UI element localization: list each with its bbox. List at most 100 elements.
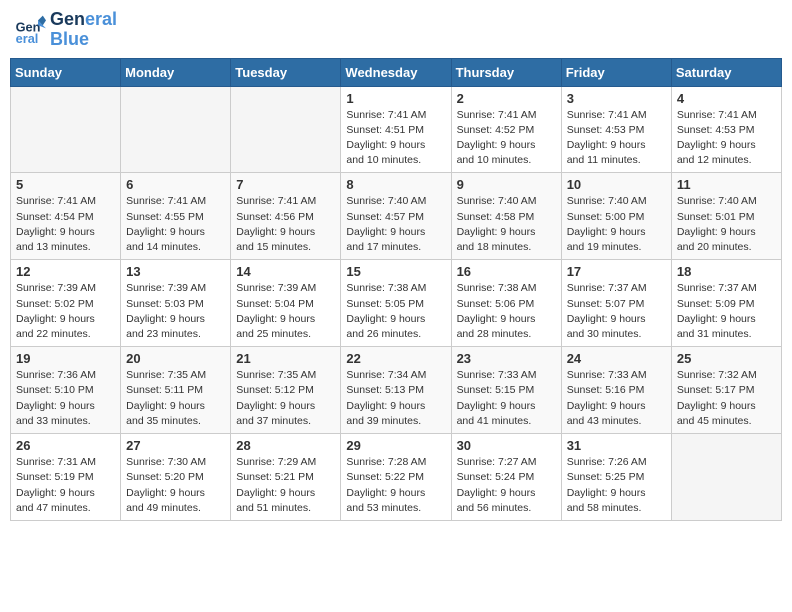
day-info: Sunrise: 7:37 AM Sunset: 5:07 PM Dayligh… [567,281,666,342]
sunset: Sunset: 5:15 PM [457,384,535,396]
daylight: Daylight: 9 hours and 11 minutes. [567,139,646,166]
sunset: Sunset: 5:17 PM [677,384,755,396]
sunrise: Sunrise: 7:39 AM [126,282,206,294]
sunset: Sunset: 5:03 PM [126,298,204,310]
daylight: Daylight: 9 hours and 12 minutes. [677,139,756,166]
sunset: Sunset: 5:07 PM [567,298,645,310]
sunrise: Sunrise: 7:31 AM [16,456,96,468]
calendar-cell: 2 Sunrise: 7:41 AM Sunset: 4:52 PM Dayli… [451,86,561,173]
day-info: Sunrise: 7:34 AM Sunset: 5:13 PM Dayligh… [346,368,445,429]
sunrise: Sunrise: 7:30 AM [126,456,206,468]
calendar-cell: 17 Sunrise: 7:37 AM Sunset: 5:07 PM Dayl… [561,260,671,347]
daylight: Daylight: 9 hours and 31 minutes. [677,313,756,340]
sunrise: Sunrise: 7:41 AM [346,109,426,121]
day-number: 17 [567,264,666,279]
calendar-cell: 28 Sunrise: 7:29 AM Sunset: 5:21 PM Dayl… [231,434,341,521]
day-info: Sunrise: 7:41 AM Sunset: 4:54 PM Dayligh… [16,194,115,255]
logo-text: GeneralBlue [50,10,117,50]
sunrise: Sunrise: 7:35 AM [126,369,206,381]
daylight: Daylight: 9 hours and 30 minutes. [567,313,646,340]
day-number: 30 [457,438,556,453]
day-number: 14 [236,264,335,279]
daylight: Daylight: 9 hours and 28 minutes. [457,313,536,340]
daylight: Daylight: 9 hours and 10 minutes. [457,139,536,166]
day-info: Sunrise: 7:40 AM Sunset: 4:58 PM Dayligh… [457,194,556,255]
calendar-cell: 9 Sunrise: 7:40 AM Sunset: 4:58 PM Dayli… [451,173,561,260]
sunset: Sunset: 5:19 PM [16,471,94,483]
calendar-cell: 11 Sunrise: 7:40 AM Sunset: 5:01 PM Dayl… [671,173,781,260]
daylight: Daylight: 9 hours and 56 minutes. [457,487,536,514]
day-info: Sunrise: 7:41 AM Sunset: 4:53 PM Dayligh… [677,108,776,169]
sunrise: Sunrise: 7:41 AM [567,109,647,121]
sunrise: Sunrise: 7:33 AM [457,369,537,381]
calendar-cell: 30 Sunrise: 7:27 AM Sunset: 5:24 PM Dayl… [451,434,561,521]
calendar-cell: 22 Sunrise: 7:34 AM Sunset: 5:13 PM Dayl… [341,347,451,434]
daylight: Daylight: 9 hours and 45 minutes. [677,400,756,427]
sunset: Sunset: 4:58 PM [457,211,535,223]
calendar-cell: 20 Sunrise: 7:35 AM Sunset: 5:11 PM Dayl… [121,347,231,434]
sunrise: Sunrise: 7:32 AM [677,369,757,381]
sunset: Sunset: 5:25 PM [567,471,645,483]
sunrise: Sunrise: 7:41 AM [236,195,316,207]
day-number: 28 [236,438,335,453]
sunrise: Sunrise: 7:37 AM [677,282,757,294]
daylight: Daylight: 9 hours and 51 minutes. [236,487,315,514]
svg-text:eral: eral [16,31,39,46]
day-info: Sunrise: 7:41 AM Sunset: 4:55 PM Dayligh… [126,194,225,255]
page-header: Gen eral GeneralBlue [10,10,782,50]
weekday-header-saturday: Saturday [671,58,781,86]
day-number: 1 [346,91,445,106]
day-number: 22 [346,351,445,366]
sunrise: Sunrise: 7:38 AM [346,282,426,294]
sunrise: Sunrise: 7:29 AM [236,456,316,468]
day-info: Sunrise: 7:40 AM Sunset: 5:00 PM Dayligh… [567,194,666,255]
sunset: Sunset: 5:16 PM [567,384,645,396]
calendar-week-row: 26 Sunrise: 7:31 AM Sunset: 5:19 PM Dayl… [11,434,782,521]
calendar-cell: 31 Sunrise: 7:26 AM Sunset: 5:25 PM Dayl… [561,434,671,521]
day-info: Sunrise: 7:38 AM Sunset: 5:06 PM Dayligh… [457,281,556,342]
day-info: Sunrise: 7:37 AM Sunset: 5:09 PM Dayligh… [677,281,776,342]
calendar-cell: 21 Sunrise: 7:35 AM Sunset: 5:12 PM Dayl… [231,347,341,434]
day-number: 4 [677,91,776,106]
day-info: Sunrise: 7:41 AM Sunset: 4:56 PM Dayligh… [236,194,335,255]
weekday-header-monday: Monday [121,58,231,86]
weekday-header-wednesday: Wednesday [341,58,451,86]
day-info: Sunrise: 7:32 AM Sunset: 5:17 PM Dayligh… [677,368,776,429]
sunset: Sunset: 5:22 PM [346,471,424,483]
calendar-cell: 16 Sunrise: 7:38 AM Sunset: 5:06 PM Dayl… [451,260,561,347]
sunrise: Sunrise: 7:35 AM [236,369,316,381]
day-number: 27 [126,438,225,453]
day-number: 6 [126,177,225,192]
sunset: Sunset: 4:53 PM [677,124,755,136]
calendar-cell: 1 Sunrise: 7:41 AM Sunset: 4:51 PM Dayli… [341,86,451,173]
day-number: 31 [567,438,666,453]
daylight: Daylight: 9 hours and 53 minutes. [346,487,425,514]
daylight: Daylight: 9 hours and 20 minutes. [677,226,756,253]
sunset: Sunset: 5:02 PM [16,298,94,310]
daylight: Daylight: 9 hours and 58 minutes. [567,487,646,514]
day-info: Sunrise: 7:35 AM Sunset: 5:11 PM Dayligh… [126,368,225,429]
sunrise: Sunrise: 7:40 AM [457,195,537,207]
calendar-cell [671,434,781,521]
daylight: Daylight: 9 hours and 35 minutes. [126,400,205,427]
day-number: 11 [677,177,776,192]
weekday-header-friday: Friday [561,58,671,86]
day-number: 25 [677,351,776,366]
calendar-cell: 4 Sunrise: 7:41 AM Sunset: 4:53 PM Dayli… [671,86,781,173]
calendar-cell: 24 Sunrise: 7:33 AM Sunset: 5:16 PM Dayl… [561,347,671,434]
day-info: Sunrise: 7:33 AM Sunset: 5:16 PM Dayligh… [567,368,666,429]
calendar-cell: 29 Sunrise: 7:28 AM Sunset: 5:22 PM Dayl… [341,434,451,521]
daylight: Daylight: 9 hours and 23 minutes. [126,313,205,340]
calendar-cell: 23 Sunrise: 7:33 AM Sunset: 5:15 PM Dayl… [451,347,561,434]
sunrise: Sunrise: 7:40 AM [346,195,426,207]
sunset: Sunset: 4:51 PM [346,124,424,136]
calendar-week-row: 5 Sunrise: 7:41 AM Sunset: 4:54 PM Dayli… [11,173,782,260]
day-number: 3 [567,91,666,106]
calendar-cell: 8 Sunrise: 7:40 AM Sunset: 4:57 PM Dayli… [341,173,451,260]
weekday-header-thursday: Thursday [451,58,561,86]
daylight: Daylight: 9 hours and 14 minutes. [126,226,205,253]
sunrise: Sunrise: 7:39 AM [16,282,96,294]
sunrise: Sunrise: 7:36 AM [16,369,96,381]
daylight: Daylight: 9 hours and 37 minutes. [236,400,315,427]
calendar-cell: 6 Sunrise: 7:41 AM Sunset: 4:55 PM Dayli… [121,173,231,260]
